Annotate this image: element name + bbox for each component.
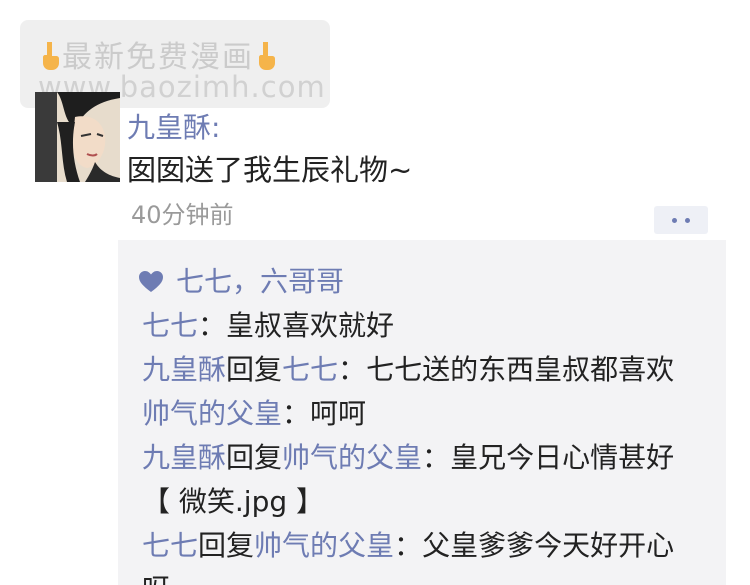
comment-text: 父皇爹爹今天好开心 — [422, 529, 675, 562]
comment-item[interactable]: 帅气的父皇：呵呵 — [142, 392, 366, 432]
post-text: 囡囡送了我生辰礼物~ — [127, 153, 413, 187]
comment-item[interactable]: 七七回复帅气的父皇：父皇爹爹今天好开心 — [142, 524, 674, 564]
comment-sep: ： — [198, 309, 227, 342]
comment-reply-label: 回复 — [226, 441, 283, 474]
comment-reply-label: 回复 — [226, 353, 283, 386]
comment-reply-target[interactable]: 帅气的父皇 — [282, 441, 422, 474]
comment-reply-label: 回复 — [198, 529, 255, 562]
author-name[interactable]: 九皇酥: — [127, 106, 220, 146]
comment-sep: ： — [394, 529, 423, 562]
comment-item[interactable]: 九皇酥回复帅气的父皇：皇兄今日心情甚好 — [142, 436, 674, 476]
dot-icon — [685, 217, 690, 223]
comment-continuation: 呀~ — [142, 568, 193, 585]
comment-sep: ： — [338, 353, 367, 386]
likes-names[interactable]: 七七，六哥哥 — [176, 260, 344, 300]
comment-item[interactable]: 九皇酥回复七七：七七送的东西皇叔都喜欢 — [142, 348, 674, 388]
comment-box: 七七，六哥哥 七七：皇叔喜欢就好 九皇酥回复七七：七七送的东西皇叔都喜欢 帅气的… — [118, 240, 726, 585]
comment-author[interactable]: 九皇酥 — [142, 353, 226, 386]
comment-text: 呵呵 — [310, 397, 367, 430]
post-time: 40分钟前 — [131, 201, 234, 229]
moments-post: 最新免费漫画 www.baozimh.com 九皇酥: 囡囡送了我生辰礼物~ 4… — [0, 0, 750, 585]
comment-author[interactable]: 七七 — [142, 309, 198, 342]
comment-text: 七七送的东西皇叔都喜欢 — [366, 353, 675, 386]
likes-row: 七七，六哥哥 — [138, 260, 344, 300]
comment-sep: ： — [282, 397, 311, 430]
comment-text: 皇叔喜欢就好 — [226, 309, 395, 342]
comment-text: 皇兄今日心情甚好 — [450, 441, 675, 474]
comment-author[interactable]: 七七 — [142, 529, 198, 562]
more-options-button[interactable] — [654, 206, 708, 234]
comment-sep: ： — [422, 441, 451, 474]
comment-item[interactable]: 七七：皇叔喜欢就好 — [142, 304, 394, 344]
comment-reply-target[interactable]: 七七 — [282, 353, 338, 386]
heart-icon — [138, 268, 164, 292]
comment-author[interactable]: 九皇酥 — [142, 441, 226, 474]
comment-continuation: 【 微笑.jpg 】 — [142, 485, 325, 518]
comment-author[interactable]: 帅气的父皇 — [142, 397, 282, 430]
comment-reply-target[interactable]: 帅气的父皇 — [254, 529, 394, 562]
dot-icon — [672, 217, 677, 223]
author-avatar[interactable] — [35, 92, 120, 182]
